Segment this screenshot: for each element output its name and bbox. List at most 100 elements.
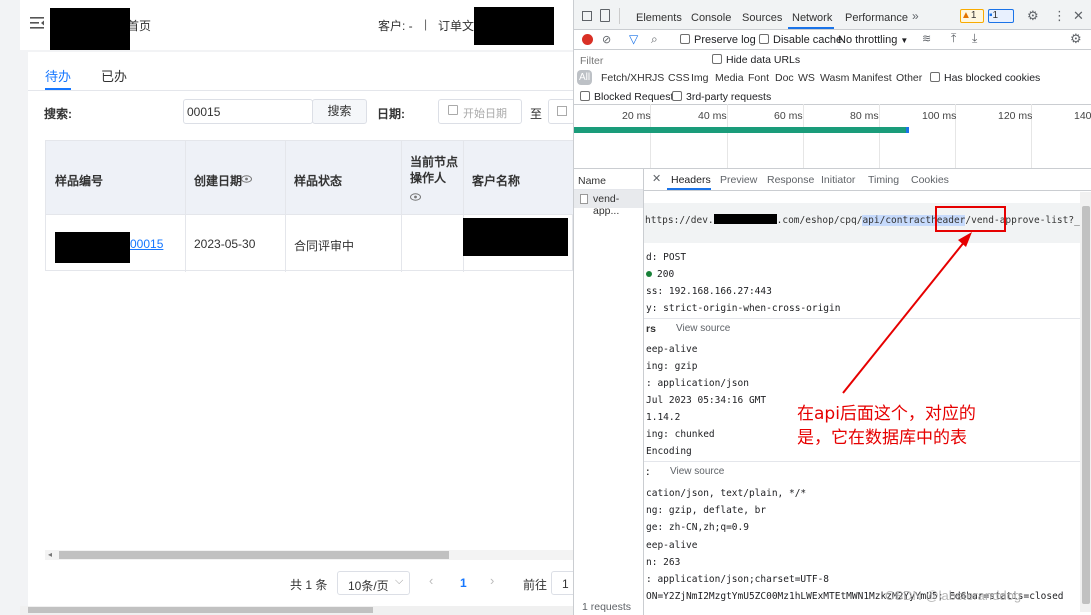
detail-tab-initiator[interactable]: Initiator xyxy=(821,174,855,186)
header-line: : application/json;charset=UTF-8 xyxy=(646,574,830,586)
kebab-menu-icon[interactable]: ⋮ xyxy=(1053,8,1066,24)
hide-data-urls-checkbox[interactable]: Hide data URLs xyxy=(712,54,800,66)
close-icon[interactable]: ✕ xyxy=(1073,8,1084,24)
filter-icon[interactable]: ▽ xyxy=(629,32,638,46)
network-conditions-icon[interactable]: ≋ xyxy=(922,32,931,45)
tab-console[interactable]: Console xyxy=(691,12,731,24)
eye-icon[interactable] xyxy=(241,173,252,187)
request-url[interactable]: https://dev. .com/eshop/cpq/api/contracth… xyxy=(645,214,1091,226)
page-title: 首页 xyxy=(127,19,152,33)
more-tabs-icon[interactable]: » xyxy=(912,9,919,23)
blocked-requests-checkbox[interactable]: Blocked Requests xyxy=(580,91,679,103)
filter-input[interactable]: Filter xyxy=(580,55,603,67)
tab-todo[interactable]: 待办 xyxy=(45,66,71,85)
device-toolbar-icon[interactable] xyxy=(600,9,610,22)
detail-tab-preview[interactable]: Preview xyxy=(720,174,757,186)
request-list-item[interactable]: vend-app... xyxy=(574,190,643,217)
filter-js[interactable]: JS xyxy=(652,72,664,84)
table-horizontal-scrollbar[interactable]: ◂ xyxy=(45,550,573,560)
timeline-tick: 100 ms xyxy=(922,110,957,122)
start-date-input[interactable]: 开始日期 xyxy=(438,99,522,124)
filter-ws[interactable]: WS xyxy=(798,72,815,84)
scroll-left-arrow-icon[interactable]: ◂ xyxy=(48,550,52,559)
message-count: 1 xyxy=(992,10,999,21)
header-line: n: 263 xyxy=(646,556,681,568)
filter-media[interactable]: Media xyxy=(715,72,744,84)
customer-label: 客户: - xyxy=(378,19,413,33)
tab-network[interactable]: Network xyxy=(792,12,832,24)
general-section: d: POST 200 ss: 192.168.166.27:443 y: st… xyxy=(646,249,840,317)
warning-badge[interactable]: ▲1 xyxy=(960,9,984,23)
filter-css[interactable]: CSS xyxy=(668,72,690,84)
header-line: : application/json xyxy=(646,378,749,389)
filter-doc[interactable]: Doc xyxy=(775,72,794,84)
header-line: eep-alive xyxy=(646,539,698,551)
header-separator: | xyxy=(424,17,428,31)
goto-page-input[interactable]: 1 xyxy=(551,571,573,595)
search-button[interactable]: 搜索 xyxy=(312,99,367,124)
scrollbar-thumb[interactable] xyxy=(28,607,373,613)
header-line: ge: zh-CN,zh;q=0.9 xyxy=(646,522,749,534)
scrollbar-thumb[interactable] xyxy=(59,551,449,559)
import-har-icon[interactable]: ⤒ xyxy=(951,31,956,46)
record-icon[interactable] xyxy=(582,34,593,45)
warning-count: 1 xyxy=(970,10,977,21)
detail-tab-timing[interactable]: Timing xyxy=(868,174,899,186)
status-code: 200 xyxy=(646,266,840,283)
disable-cache-label: Disable cache xyxy=(773,34,843,46)
has-blocked-cookies-checkbox[interactable]: Has blocked cookies xyxy=(930,72,1040,84)
message-badge[interactable]: ▪1 xyxy=(988,9,1014,23)
view-source-link[interactable]: View source xyxy=(676,323,730,334)
eye-icon[interactable] xyxy=(410,191,421,205)
clear-icon[interactable]: ⊘ xyxy=(602,33,611,46)
status-dot-icon xyxy=(646,271,652,277)
current-page[interactable]: 1 xyxy=(460,576,467,590)
detail-tab-cookies[interactable]: Cookies xyxy=(911,174,949,186)
detail-tab-response[interactable]: Response xyxy=(767,174,814,186)
filter-fetch-xhr[interactable]: Fetch/XHR xyxy=(601,72,652,84)
filter-other[interactable]: Other xyxy=(896,72,922,84)
filter-all-chip[interactable]: All xyxy=(577,70,592,85)
filter-img[interactable]: Img xyxy=(691,72,709,84)
third-party-label: 3rd-party requests xyxy=(686,91,772,103)
page-size-select[interactable]: 10条/页 ⌵ xyxy=(337,571,410,595)
end-date-input[interactable] xyxy=(548,99,573,124)
third-party-checkbox[interactable]: 3rd-party requests xyxy=(672,91,771,103)
request-method: d: POST xyxy=(646,252,687,263)
page-size-value: 10条/页 xyxy=(348,579,389,593)
col-sample-status: 样品状态 xyxy=(294,174,343,188)
filter-manifest[interactable]: Manifest xyxy=(852,72,892,84)
hide-data-urls-label: Hide data URLs xyxy=(726,54,801,66)
detail-tab-headers[interactable]: Headers xyxy=(671,174,711,186)
search-button-label: 搜索 xyxy=(327,104,352,118)
prev-page-icon[interactable]: ‹ xyxy=(429,573,433,588)
inspect-element-icon[interactable] xyxy=(582,11,592,21)
disable-cache-checkbox[interactable]: Disable cache xyxy=(759,34,842,46)
close-details-icon[interactable]: ✕ xyxy=(652,172,661,185)
tab-sources[interactable]: Sources xyxy=(742,12,782,24)
gear-icon[interactable]: ⚙ xyxy=(1027,8,1039,24)
tab-done[interactable]: 已办 xyxy=(101,66,127,85)
throttling-select[interactable]: No throttling ▼ xyxy=(838,34,908,46)
menu-icon[interactable] xyxy=(30,16,44,30)
filter-wasm[interactable]: Wasm xyxy=(820,72,849,84)
search-icon[interactable]: ⌕ xyxy=(651,32,658,47)
col-customer-name: 客户名称 xyxy=(472,174,521,188)
tab-performance[interactable]: Performance xyxy=(845,12,908,24)
filter-all-label: All xyxy=(578,72,591,83)
sample-no-link[interactable]: 00015 xyxy=(130,237,163,251)
network-settings-gear-icon[interactable]: ⚙ xyxy=(1070,31,1082,47)
timeline-tick: 40 ms xyxy=(698,110,727,122)
export-har-icon[interactable]: ⤓ xyxy=(972,31,977,46)
preserve-log-checkbox[interactable]: Preserve log xyxy=(680,34,756,46)
page-horizontal-scrollbar[interactable] xyxy=(20,606,573,615)
filter-font[interactable]: Font xyxy=(748,72,769,84)
next-page-icon[interactable]: › xyxy=(490,573,494,588)
view-source-link[interactable]: View source xyxy=(670,466,724,477)
tab-elements[interactable]: Elements xyxy=(636,12,682,24)
details-scrollbar[interactable] xyxy=(1080,192,1091,612)
scrollbar-thumb[interactable] xyxy=(1082,206,1090,604)
request-list-header[interactable]: Name xyxy=(578,175,606,187)
order-doc-link[interactable]: 订单文 xyxy=(438,17,474,34)
redacted-block xyxy=(55,232,130,263)
